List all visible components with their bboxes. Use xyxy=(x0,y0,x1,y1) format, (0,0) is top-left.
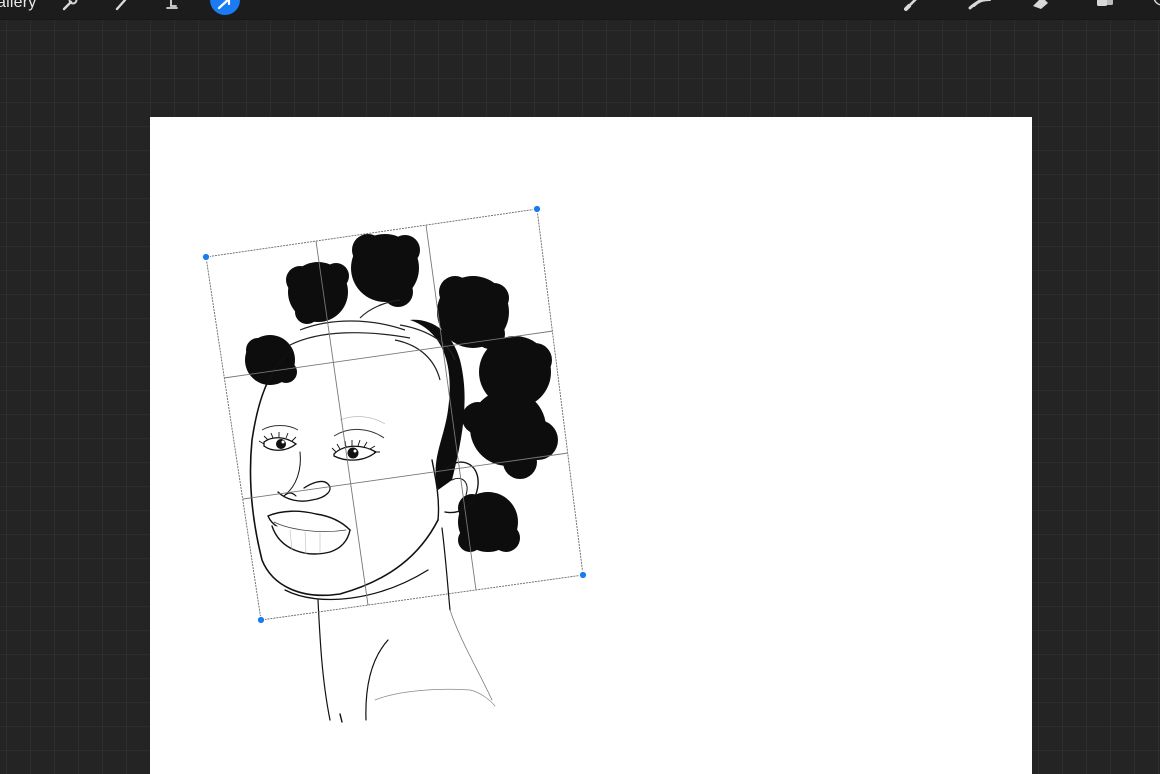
artwork-layer xyxy=(201,204,588,723)
transform-handle-bottom-left xyxy=(256,615,266,625)
eyes xyxy=(258,416,386,461)
transform-handle-top-left xyxy=(201,252,211,262)
nose xyxy=(277,451,331,502)
mouth xyxy=(267,510,352,555)
hair-buns xyxy=(245,234,558,552)
transform-handle-top-right xyxy=(532,204,542,214)
transform-handle-bottom-right xyxy=(578,570,588,580)
procreate-workspace: allery xyxy=(0,0,1160,774)
